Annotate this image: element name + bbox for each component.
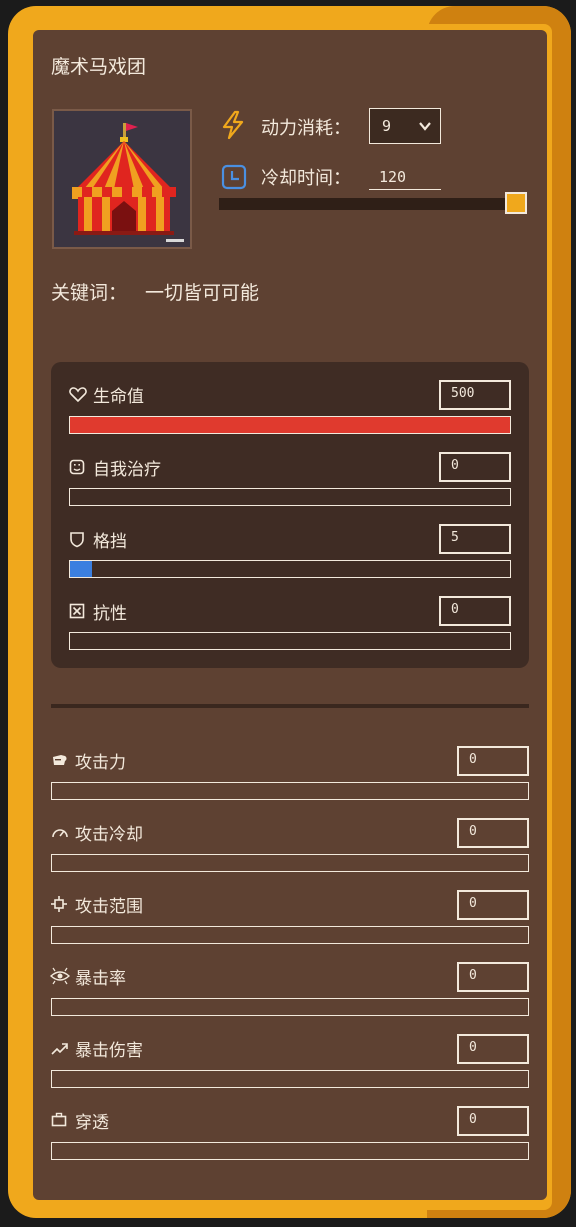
energy-select[interactable]: 9	[369, 108, 441, 144]
crit-damage-input[interactable]: 0	[457, 1034, 529, 1064]
briefcase-icon	[51, 1112, 67, 1127]
resistance-bar	[69, 632, 511, 650]
section-divider	[51, 704, 529, 708]
stat-label-crit-rate: 暴击率	[75, 969, 126, 989]
stat-label-crit-damage: 暴击伤害	[75, 1041, 143, 1061]
attack-value: 0	[469, 752, 477, 767]
energy-value: 9	[382, 117, 392, 135]
lightning-icon	[222, 110, 244, 140]
attack-cooldown-value: 0	[469, 824, 477, 839]
shield-icon	[70, 532, 84, 548]
crit-rate-input[interactable]: 0	[457, 962, 529, 992]
chevron-down-icon	[419, 122, 431, 131]
card-panel: 魔术马戏团 动力消耗： 9 冷却时间： 120 关键词： 一切皆可可能 生命值 …	[33, 30, 547, 1200]
resistance-value: 0	[451, 602, 459, 617]
trend-up-icon	[51, 1043, 68, 1055]
cooldown-slider-thumb[interactable]	[505, 192, 527, 214]
keywords-label: 关键词：	[51, 282, 128, 304]
stat-label-block: 格挡	[93, 532, 127, 552]
stat-label-resistance: 抗性	[93, 604, 127, 624]
hp-bar-fill	[70, 417, 510, 433]
stat-label-penetration: 穿透	[75, 1113, 109, 1133]
gauge-icon	[52, 829, 68, 838]
heart-icon	[69, 387, 87, 403]
eye-icon	[50, 967, 70, 985]
block-value: 5	[451, 530, 459, 545]
crit-rate-value: 0	[469, 968, 477, 983]
clock-icon	[221, 164, 247, 190]
card-title: 魔术马戏团	[51, 56, 147, 78]
cooldown-slider-track[interactable]	[219, 198, 517, 210]
stat-label-hp: 生命值	[93, 387, 144, 407]
circus-tent-icon	[54, 111, 190, 247]
penetration-input[interactable]: 0	[457, 1106, 529, 1136]
attack-bar	[51, 782, 529, 800]
penetration-value: 0	[469, 1112, 477, 1127]
crit-damage-bar	[51, 1070, 529, 1088]
crosshair-icon	[51, 896, 67, 912]
cooldown-value: 120	[379, 168, 407, 186]
crit-damage-value: 0	[469, 1040, 477, 1055]
card-image[interactable]	[52, 109, 192, 249]
penetration-bar	[51, 1142, 529, 1160]
keywords-value: 一切皆可可能	[145, 282, 260, 304]
cooldown-input[interactable]: 120	[369, 164, 441, 190]
energy-label: 动力消耗：	[261, 118, 351, 139]
keywords-row: 关键词： 一切皆可可能	[51, 278, 259, 305]
stat-label-attack: 攻击力	[75, 753, 126, 773]
resistance-input[interactable]: 0	[439, 596, 511, 626]
face-icon	[69, 459, 85, 475]
hp-bar	[69, 416, 511, 434]
attack-cooldown-bar	[51, 854, 529, 872]
block-bar	[69, 560, 511, 578]
stat-label-attack-range: 攻击范围	[75, 897, 143, 917]
attack-input[interactable]: 0	[457, 746, 529, 776]
crit-rate-bar	[51, 998, 529, 1016]
block-bar-fill	[70, 561, 92, 577]
cross-box-icon	[69, 603, 85, 619]
fist-icon	[53, 755, 67, 765]
stat-label-attack-cooldown: 攻击冷却	[75, 825, 143, 845]
cooldown-label: 冷却时间：	[261, 168, 351, 189]
self-heal-value: 0	[451, 458, 459, 473]
stat-label-self-heal: 自我治疗	[93, 460, 161, 480]
defense-stats-panel: 生命值 500 自我治疗 0 格挡 5 抗性 0	[51, 362, 529, 668]
attack-cooldown-input[interactable]: 0	[457, 818, 529, 848]
hp-value: 500	[451, 386, 475, 401]
attack-range-input[interactable]: 0	[457, 890, 529, 920]
block-input[interactable]: 5	[439, 524, 511, 554]
hp-input[interactable]: 500	[439, 380, 511, 410]
attack-range-bar	[51, 926, 529, 944]
attack-range-value: 0	[469, 896, 477, 911]
self-heal-bar	[69, 488, 511, 506]
self-heal-input[interactable]: 0	[439, 452, 511, 482]
